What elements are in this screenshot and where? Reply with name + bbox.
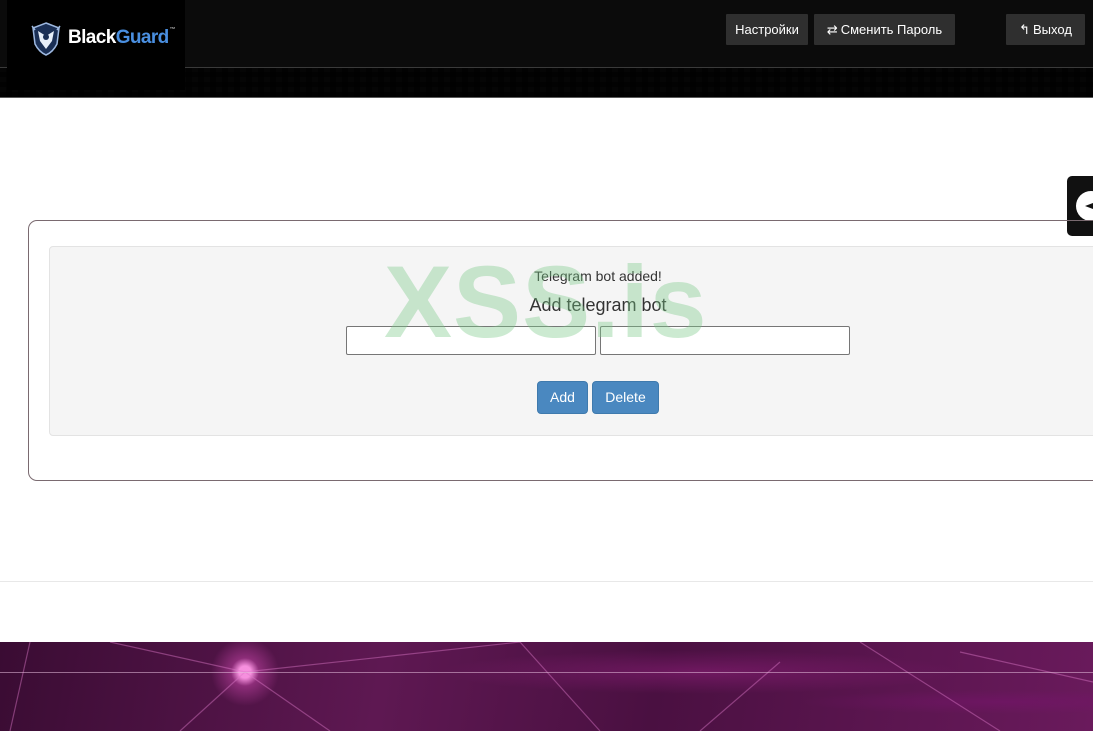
network-lines-graphic bbox=[9, 642, 1093, 731]
settings-label: Настройки bbox=[735, 22, 799, 37]
chat-id-input[interactable] bbox=[600, 326, 850, 355]
reply-arrow-icon: ↰ bbox=[1019, 22, 1030, 37]
change-password-button[interactable]: ⇄ Сменить Пароль bbox=[814, 14, 955, 45]
page: BlackGuard™ Настройки ⇄ Сменить Пароль ↰ В… bbox=[0, 0, 1093, 731]
section-title: Add telegram bot bbox=[529, 295, 667, 315]
swap-arrows-icon: ⇄ bbox=[826, 22, 838, 37]
logout-label: Выход bbox=[1033, 22, 1072, 37]
logout-button[interactable]: ↰ Выход bbox=[1006, 14, 1085, 45]
change-password-label: Сменить Пароль bbox=[840, 22, 943, 37]
footer-banner bbox=[0, 642, 1093, 731]
add-button[interactable]: Add bbox=[537, 381, 588, 414]
shield-logo-icon bbox=[31, 22, 61, 56]
arrow-left-icon bbox=[1076, 191, 1093, 221]
settings-button[interactable]: Настройки bbox=[726, 14, 808, 45]
brand-name: BlackGuard™ bbox=[68, 27, 176, 48]
delete-button[interactable]: Delete bbox=[592, 381, 659, 414]
content-divider bbox=[0, 581, 1093, 582]
logo-area[interactable]: BlackGuard™ bbox=[7, 0, 185, 90]
status-message: Telegram bot added! bbox=[534, 268, 662, 284]
bot-token-input[interactable] bbox=[346, 326, 596, 355]
top-navbar: BlackGuard™ Настройки ⇄ Сменить Пароль ↰ В… bbox=[0, 0, 1093, 98]
footer-horizontal-rule bbox=[0, 672, 1093, 673]
